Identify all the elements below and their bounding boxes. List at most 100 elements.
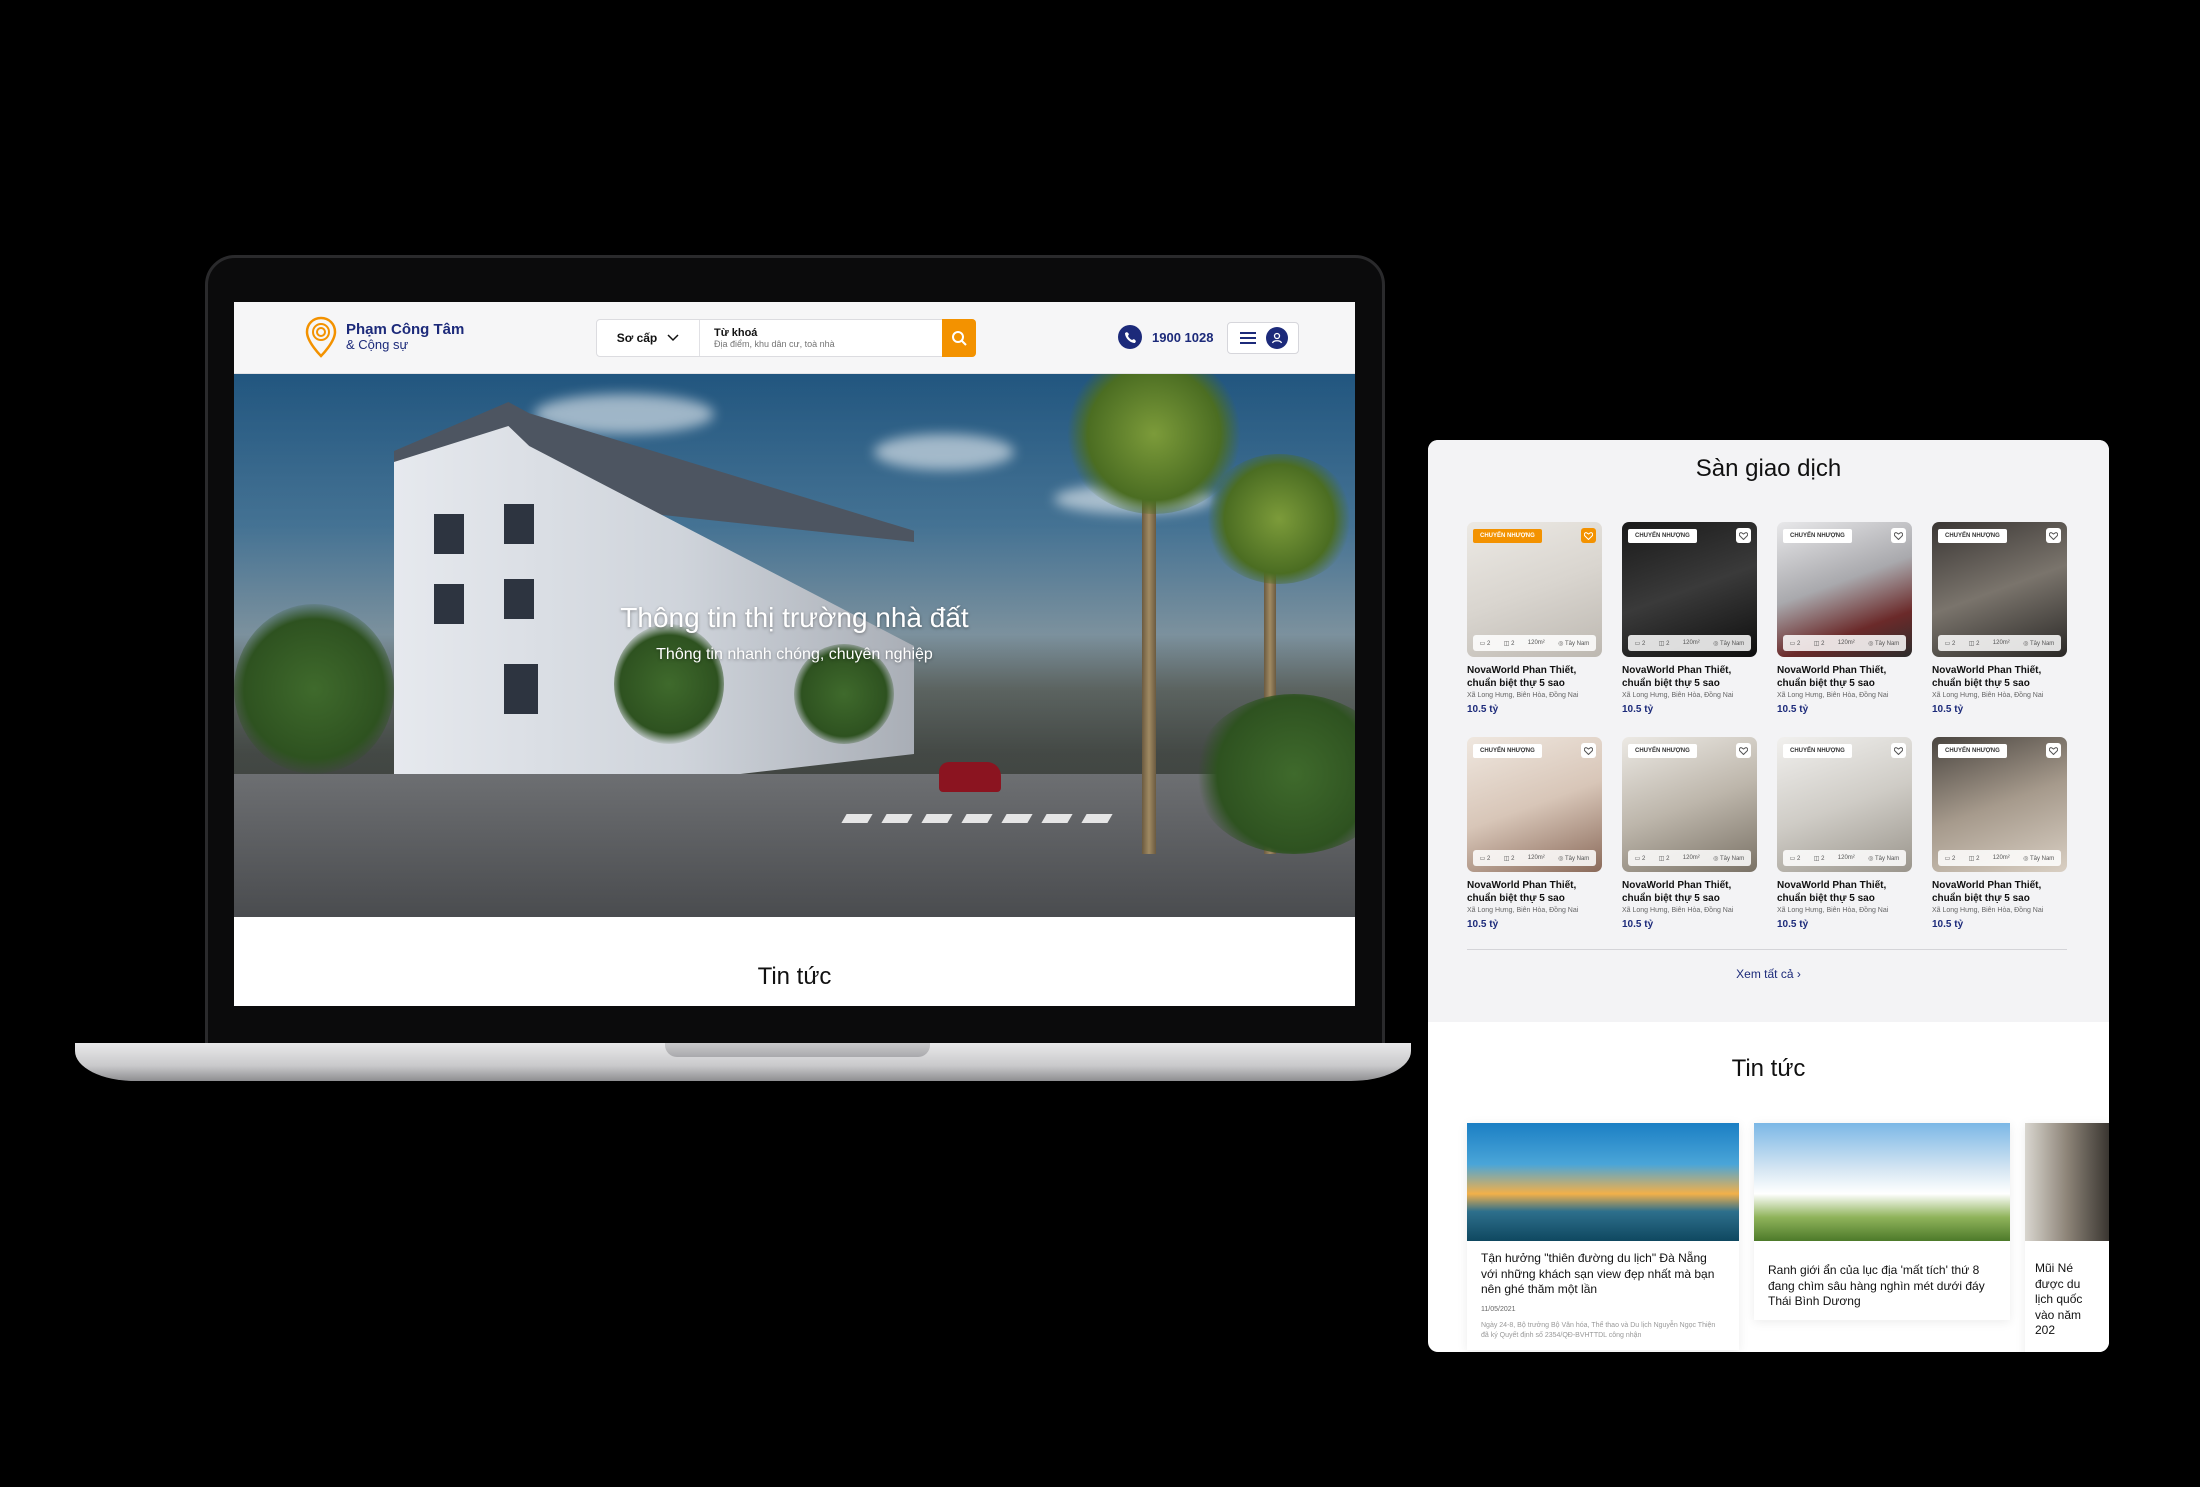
listing-area: 120m² (1682, 640, 1700, 646)
heart-icon[interactable] (1581, 528, 1596, 543)
listing-badge: CHUYỂN NHƯỢNG (1473, 744, 1542, 758)
news-headline: Mũi Né được du lịch quốc vào năm 202 (2035, 1261, 2083, 1338)
cloud (874, 434, 1014, 470)
listing-card[interactable]: CHUYỂN NHƯỢNG ▭ 2 ◫ 2 120m² ◎ Tây Nam NovaWor… (1622, 522, 1757, 715)
bed-icon: ▭ 2 (1789, 855, 1801, 862)
logo-subtitle: & Cộng sự (346, 337, 409, 353)
compass-icon: ◎ Tây Nam (1713, 855, 1745, 862)
listing-address: Xã Long Hưng, Biên Hòa, Đồng Nai (1932, 907, 2044, 914)
listing-beds: 2 (1797, 855, 1801, 862)
listing-direction: Tây Nam (2029, 855, 2055, 862)
heart-icon[interactable] (2046, 743, 2061, 758)
search-bar: Sơ cấp Từ khoá (596, 319, 976, 357)
listing-badge: CHUYỂN NHƯỢNG (1783, 529, 1852, 543)
bath-icon: ◫ 2 (1968, 640, 1980, 647)
heart-icon[interactable] (1736, 743, 1751, 758)
listing-baths: 2 (1666, 640, 1670, 647)
listing-direction: Tây Nam (1719, 855, 1745, 862)
listing-beds: 2 (1487, 640, 1491, 647)
logo-name: Phạm Công Tâm (346, 320, 465, 338)
listing-address: Xã Long Hưng, Biên Hòa, Đồng Nai (1622, 692, 1734, 699)
hamburger-menu-icon[interactable] (1239, 332, 1257, 344)
compass-icon: ◎ Tây Nam (1713, 640, 1745, 647)
search-button[interactable] (942, 319, 976, 357)
listing-address: Xã Long Hưng, Biên Hòa, Đồng Nai (1777, 907, 1889, 914)
see-all-link[interactable]: Xem tất cả › (1428, 967, 2109, 981)
bath-icon: ◫ 2 (1503, 640, 1515, 647)
listing-badge: CHUYỂN NHƯỢNG (1473, 529, 1542, 543)
heart-icon[interactable] (1736, 528, 1751, 543)
bed-icon: ▭ 2 (1944, 855, 1956, 862)
news-card[interactable]: Ranh giới ẩn của lục địa 'mất tích' thứ … (1754, 1123, 2010, 1320)
bath-icon: ◫ 2 (1813, 640, 1825, 647)
compass-icon: ◎ Tây Nam (1868, 640, 1900, 647)
listing-card[interactable]: CHUYỂN NHƯỢNG ▭ 2 ◫ 2 120m² ◎ Tây Nam NovaWor… (1777, 737, 1912, 930)
listing-card[interactable]: CHUYỂN NHƯỢNG ▭ 2 ◫ 2 120m² ◎ Tây Nam NovaWor… (1932, 737, 2067, 930)
hotline-number: 1900 1028 (1152, 329, 1214, 345)
listing-baths: 2 (1511, 640, 1515, 647)
news-headline: Ranh giới ẩn của lục địa 'mất tích' thứ … (1768, 1263, 1985, 1309)
crosswalk-stripe (841, 814, 873, 823)
hero-subtitle: Thông tin nhanh chóng, chuyên nghiệp (656, 646, 933, 663)
user-account-icon[interactable] (1265, 327, 1288, 349)
listing-area: 120m² (1992, 640, 2010, 646)
user-menu[interactable] (1227, 322, 1299, 354)
listing-direction: Tây Nam (1564, 640, 1590, 647)
listing-direction: Tây Nam (1719, 640, 1745, 647)
listing-address: Xã Long Hưng, Biên Hòa, Đồng Nai (1467, 907, 1579, 914)
listing-badge: CHUYỂN NHƯỢNG (1938, 529, 2007, 543)
listing-name: NovaWorld Phan Thiết, chuẩn biệt thự 5 s… (1777, 665, 1887, 689)
hotline-link[interactable]: 1900 1028 (1118, 325, 1213, 349)
listing-area: 120m² (1527, 855, 1545, 861)
listing-price: 10.5 tỷ (1467, 919, 1499, 930)
listing-name: NovaWorld Phan Thiết, chuẩn biệt thự 5 s… (1622, 880, 1732, 904)
property-type-dropdown[interactable]: Sơ cấp (597, 320, 700, 356)
crosswalk-stripe (1001, 814, 1033, 823)
compass-icon: ◎ Tây Nam (2023, 855, 2055, 862)
property-type-label: Sơ cấp (616, 331, 658, 345)
listing-meta: ▭ 2 ◫ 2 120m² ◎ Tây Nam (1473, 850, 1596, 866)
compass-icon: ◎ Tây Nam (1558, 640, 1590, 647)
listing-price: 10.5 tỷ (1467, 704, 1499, 715)
bath-icon: ◫ 2 (1503, 855, 1515, 862)
bath-icon: ◫ 2 (1658, 640, 1670, 647)
laptop-screen: Phạm Công Tâm & Cộng sự Sơ cấp Từ khoá Đ… (234, 302, 1355, 1006)
listing-card[interactable]: CHUYỂN NHƯỢNG ▭ 2 ◫ 2 120m² ◎ Tây Nam NovaWor… (1932, 522, 2067, 715)
heart-icon[interactable] (1891, 743, 1906, 758)
listing-badge: CHUYỂN NHƯỢNG (1628, 529, 1697, 543)
compass-icon: ◎ Tây Nam (2023, 640, 2055, 647)
listing-beds: 2 (1642, 640, 1646, 647)
news-card[interactable]: Tận hưởng "thiên đường du lịch" Đà Nẵng … (1467, 1123, 1739, 1351)
listing-address: Xã Long Hưng, Biên Hòa, Đồng Nai (1467, 692, 1579, 699)
bath-icon: ◫ 2 (1968, 855, 1980, 862)
bed-icon: ▭ 2 (1479, 640, 1491, 647)
listing-image: CHUYỂN NHƯỢNG ▭ 2 ◫ 2 120m² ◎ Tây Nam (1467, 737, 1602, 872)
market-section: Sàn giao dịch CHUYỂN NHƯỢNG ▭ 2 ◫ 2 120m² ◎ … (1428, 440, 2109, 1022)
bed-icon: ▭ 2 (1634, 855, 1646, 862)
listing-direction: Tây Nam (1874, 855, 1900, 862)
site-logo[interactable]: Phạm Công Tâm & Cộng sự (304, 316, 464, 358)
heart-icon[interactable] (2046, 528, 2061, 543)
listing-price: 10.5 tỷ (1932, 919, 1964, 930)
listing-area: 120m² (1837, 640, 1855, 646)
listing-card[interactable]: CHUYỂN NHƯỢNG ▭ 2 ◫ 2 120m² ◎ Tây Nam NovaWor… (1467, 737, 1602, 930)
heart-icon[interactable] (1581, 743, 1596, 758)
search-input[interactable] (714, 339, 928, 349)
listing-beds: 2 (1797, 640, 1801, 647)
news-card[interactable]: Mũi Né được du lịch quốc vào năm 202 (2025, 1123, 2109, 1352)
listing-meta: ▭ 2 ◫ 2 120m² ◎ Tây Nam (1783, 850, 1906, 866)
heart-icon[interactable] (1891, 528, 1906, 543)
listing-name: NovaWorld Phan Thiết, chuẩn biệt thự 5 s… (1932, 665, 2042, 689)
listing-direction: Tây Nam (1874, 640, 1900, 647)
news-excerpt: Ngày 24-8, Bộ trưởng Bộ Văn hóa, Thể tha… (1481, 1321, 1716, 1339)
listing-card[interactable]: CHUYỂN NHƯỢNG ▭ 2 ◫ 2 120m² ◎ Tây Nam NovaWor… (1622, 737, 1757, 930)
market-title: Sàn giao dịch (1695, 455, 1842, 482)
listing-card[interactable]: CHUYỂN NHƯỢNG ▭ 2 ◫ 2 120m² ◎ Tây Nam NovaWor… (1467, 522, 1602, 715)
listing-image: CHUYỂN NHƯỢNG ▭ 2 ◫ 2 120m² ◎ Tây Nam (1777, 737, 1912, 872)
listing-direction: Tây Nam (1564, 855, 1590, 862)
listing-beds: 2 (1487, 855, 1491, 862)
listing-baths: 2 (1821, 640, 1825, 647)
listing-card[interactable]: CHUYỂN NHƯỢNG ▭ 2 ◫ 2 120m² ◎ Tây Nam NovaWor… (1777, 522, 1912, 715)
building-window (504, 664, 538, 714)
listing-badge: CHUYỂN NHƯỢNG (1628, 744, 1697, 758)
